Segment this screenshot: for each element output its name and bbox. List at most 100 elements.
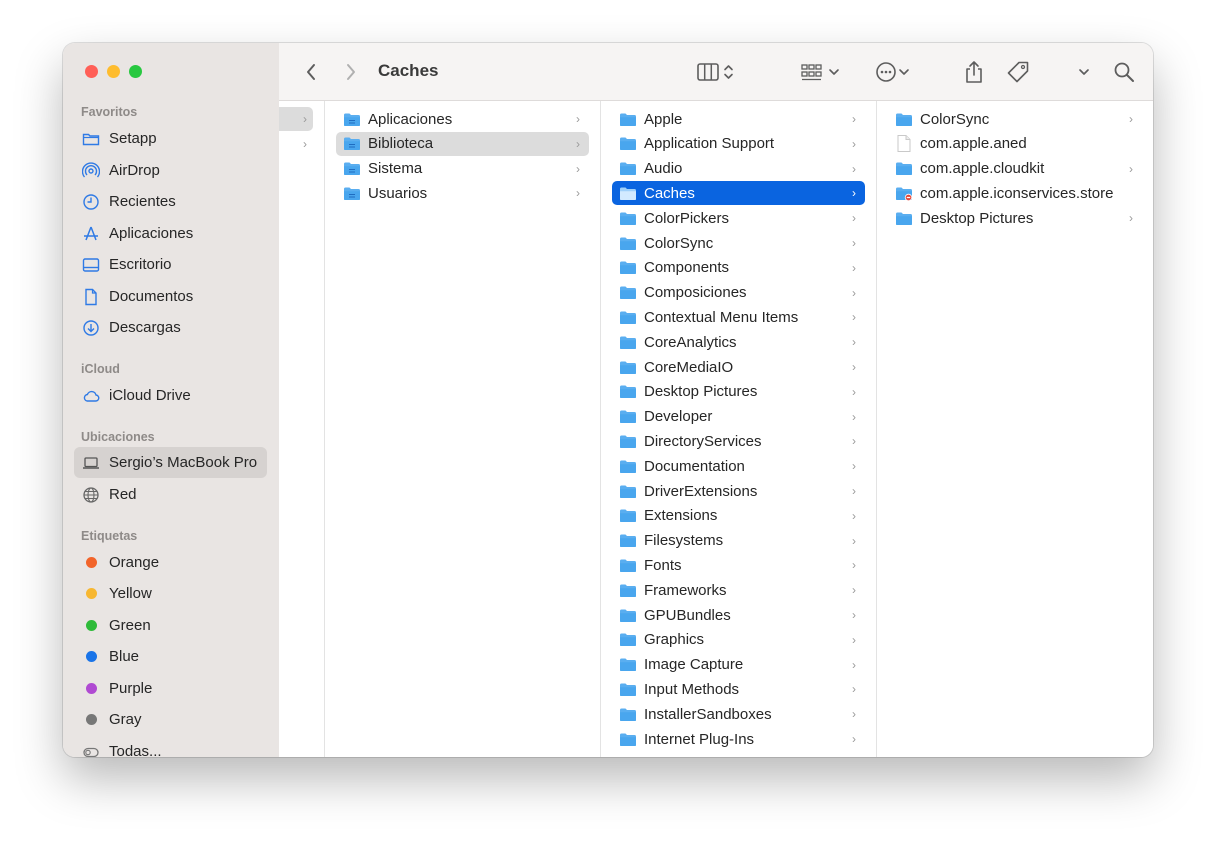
row-label: CoreMediaIO — [644, 358, 734, 376]
folder-icon — [619, 434, 644, 449]
grid-group-icon — [801, 64, 839, 81]
minimize-button[interactable] — [107, 65, 120, 78]
chevron-right-icon: › — [852, 459, 856, 474]
row-fonts[interactable]: Fonts › — [612, 553, 865, 577]
sidebar-item-airdrop[interactable]: AirDrop — [74, 155, 267, 186]
row-com-apple-cloudkit[interactable]: com.apple.cloudkit › — [888, 157, 1142, 181]
chevron-right-icon: › — [852, 211, 856, 226]
sidebar-item-label: Aplicaciones — [109, 225, 194, 242]
sidebar-tag-gray[interactable]: Gray — [74, 704, 267, 735]
row-filesystems[interactable]: Filesystems › — [612, 529, 865, 553]
row-internet-plug-ins[interactable]: Internet Plug-Ins › — [612, 727, 865, 751]
row-label: CoreAnalytics — [644, 333, 737, 351]
sidebar-item-aplicaciones[interactable]: Aplicaciones — [74, 218, 267, 249]
row-label: Audio — [644, 160, 683, 178]
row-colorsync[interactable]: ColorSync › — [888, 107, 1142, 131]
sidebar-item-icloud-drive[interactable]: iCloud Drive — [74, 380, 267, 411]
row-coreanalytics[interactable]: CoreAnalytics › — [612, 330, 865, 354]
row-com-apple-iconservices-store[interactable]: com.apple.iconservices.store — [888, 181, 1142, 205]
chevron-right-icon: › — [852, 161, 856, 176]
sidebar-item-red[interactable]: Red — [74, 479, 267, 510]
sidebar-tag-yellow[interactable]: Yellow — [74, 578, 267, 609]
row-desktop-pictures[interactable]: Desktop Pictures › — [612, 380, 865, 404]
row-sistema[interactable]: Sistema › — [336, 157, 589, 181]
row-developer[interactable]: Developer › — [612, 405, 865, 429]
sidebar-tag-green[interactable]: Green — [74, 610, 267, 641]
row-image-capture[interactable]: Image Capture › — [612, 653, 865, 677]
chevron-right-icon: › — [852, 608, 856, 622]
window-controls — [85, 65, 151, 78]
clock-icon — [82, 193, 100, 211]
row-label: Input Methods — [644, 680, 740, 698]
folder-icon — [895, 211, 920, 226]
finder-window: Favoritos Setapp AirDrop Recientes Aplic… — [63, 43, 1153, 757]
row-label: Contextual Menu Items — [644, 308, 799, 326]
row-audio[interactable]: Audio › — [612, 157, 865, 181]
row-input-methods[interactable]: Input Methods › — [612, 677, 865, 701]
row-directoryservices[interactable]: DirectoryServices › — [612, 429, 865, 453]
row-colorpickers[interactable]: ColorPickers › — [612, 206, 865, 230]
row-colorsync[interactable]: ColorSync › — [612, 231, 865, 255]
column-browser: › › Aplicaciones › Biblioteca › Sistema › Usua… — [279, 101, 1153, 757]
row-extensions[interactable]: Extensions › — [612, 504, 865, 528]
back-button[interactable] — [301, 60, 321, 84]
action-menu-button[interactable] — [874, 60, 918, 84]
row-desktop-pictures[interactable]: Desktop Pictures › — [888, 206, 1142, 230]
sidebar-item-macbook[interactable]: Sergio’s MacBook Pro — [74, 447, 267, 478]
forward-button[interactable] — [341, 60, 361, 84]
row-components[interactable]: Components › — [612, 256, 865, 280]
view-mode-button[interactable] — [695, 60, 741, 84]
row-com-apple-aned[interactable]: com.apple.aned — [888, 132, 1142, 156]
chevron-right-icon: › — [852, 409, 856, 424]
sidebar-item-setapp[interactable]: Setapp — [74, 123, 267, 154]
row-usuarios[interactable]: Usuarios › — [336, 181, 589, 205]
sidebar-item-escritorio[interactable]: Escritorio — [74, 249, 267, 280]
root-row[interactable]: › — [279, 132, 313, 156]
column-view-icon — [697, 63, 733, 81]
row-apple[interactable]: Apple › — [612, 107, 865, 131]
row-graphics[interactable]: Graphics › — [612, 628, 865, 652]
row-composiciones[interactable]: Composiciones › — [612, 281, 865, 305]
sidebar-item-label: Green — [109, 617, 151, 634]
folder-icon — [895, 161, 920, 176]
zoom-button[interactable] — [129, 65, 142, 78]
share-button[interactable] — [962, 60, 986, 84]
folder-icon — [619, 484, 644, 499]
row-coremediaio[interactable]: CoreMediaIO › — [612, 355, 865, 379]
row-contextual-menu-items[interactable]: Contextual Menu Items › — [612, 305, 865, 329]
row-frameworks[interactable]: Frameworks › — [612, 578, 865, 602]
row-gpubundles[interactable]: GPUBundles › — [612, 603, 865, 627]
sidebar-section-etiquetas: Etiquetas — [81, 529, 138, 543]
sidebar-item-documentos[interactable]: Documentos — [74, 281, 267, 312]
sidebar-item-recientes[interactable]: Recientes — [74, 186, 267, 217]
sidebar-tag-purple[interactable]: Purple — [74, 673, 267, 704]
row-aplicaciones[interactable]: Aplicaciones › — [336, 107, 589, 131]
row-installersandboxes[interactable]: InstallerSandboxes › — [612, 702, 865, 726]
folder-icon — [619, 112, 644, 127]
row-driverextensions[interactable]: DriverExtensions › — [612, 479, 865, 503]
folder-icon — [619, 409, 644, 424]
row-label: Graphics — [644, 631, 705, 649]
chevron-right-icon: › — [852, 335, 856, 350]
group-button[interactable] — [799, 60, 843, 84]
close-button[interactable] — [85, 65, 98, 78]
folder-icon — [619, 136, 644, 151]
row-caches[interactable]: Caches › — [612, 181, 865, 206]
sidebar-tag-blue[interactable]: Blue — [74, 641, 267, 672]
row-application-support[interactable]: Application Support › — [612, 132, 865, 156]
tag-button[interactable] — [1005, 60, 1031, 84]
sidebar-tag-all[interactable]: Todas... — [74, 736, 267, 757]
folder-icon — [619, 161, 644, 176]
root-row-selected[interactable]: › — [279, 107, 313, 131]
system-folder-icon — [343, 161, 368, 176]
folder-icon — [619, 583, 644, 598]
folder-icon — [619, 558, 644, 573]
search-button[interactable] — [1112, 60, 1136, 84]
sidebar-tag-orange[interactable]: Orange — [74, 547, 267, 578]
row-documentation[interactable]: Documentation › — [612, 454, 865, 478]
sidebar-item-descargas[interactable]: Descargas — [74, 312, 267, 343]
tag-color-dot — [86, 683, 97, 694]
toolbar-overflow-button[interactable] — [1076, 60, 1092, 84]
row-biblioteca[interactable]: Biblioteca › — [336, 131, 589, 156]
folder-icon — [619, 707, 644, 722]
